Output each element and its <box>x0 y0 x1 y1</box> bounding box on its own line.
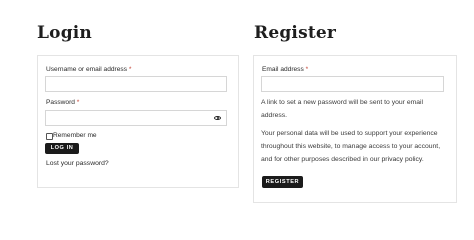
login-heading: Login <box>37 23 92 43</box>
remember-me-label[interactable]: Remember me <box>53 132 97 139</box>
register-heading: Register <box>254 23 337 43</box>
privacy-policy-link[interactable]: privacy policy <box>382 156 422 163</box>
username-input[interactable] <box>45 76 227 92</box>
lost-password-link[interactable]: Lost your password? <box>46 157 109 170</box>
username-label-text: Username or email address <box>46 66 127 73</box>
required-marker: * <box>128 66 132 73</box>
password-label: Password * <box>46 99 79 106</box>
privacy-notice-end: . <box>421 156 424 163</box>
privacy-notice: Your personal data will be used to suppo… <box>261 127 449 166</box>
show-password-eye-icon[interactable] <box>214 116 221 120</box>
required-marker: * <box>76 99 80 106</box>
email-label-text: Email address <box>262 66 304 73</box>
login-button[interactable]: LOG IN <box>45 143 79 154</box>
password-link-info: A link to set a new password will be sen… <box>261 99 424 119</box>
required-marker: * <box>305 66 309 73</box>
email-input[interactable] <box>261 76 444 92</box>
password-input[interactable] <box>45 110 227 126</box>
remember-me-checkbox[interactable] <box>46 133 53 140</box>
register-button[interactable]: REGISTER <box>262 176 303 188</box>
email-label: Email address * <box>262 66 308 73</box>
password-label-text: Password <box>46 99 75 106</box>
username-label: Username or email address * <box>46 66 131 73</box>
